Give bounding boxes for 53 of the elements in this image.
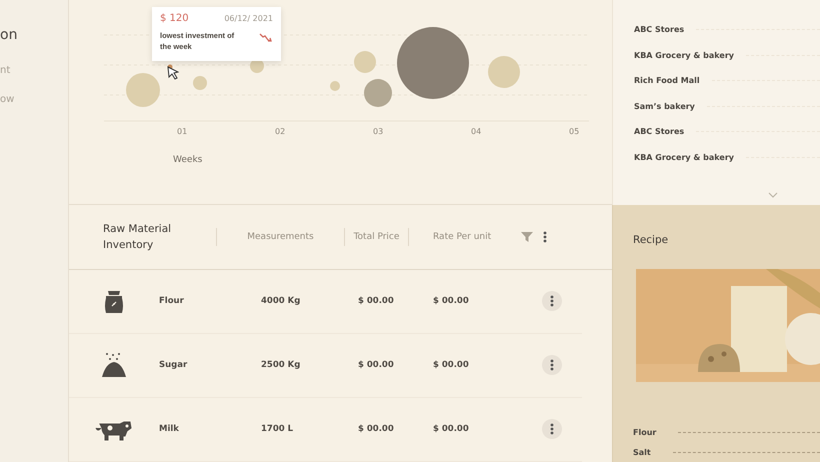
bubble: [364, 79, 392, 107]
item-name: Milk: [159, 424, 180, 434]
bubble: [397, 27, 469, 99]
bubble: [126, 73, 160, 107]
axis-tick-label: 04: [471, 127, 482, 136]
ingredient-name: Flour: [633, 428, 656, 436]
axis-label: Weeks: [173, 155, 202, 165]
store-name[interactable]: Rich Food Mall: [634, 76, 700, 86]
table-cell-text: $ 00.00: [433, 360, 470, 370]
more-icon: [550, 359, 554, 372]
table-cell-text: $ 00.00: [433, 296, 470, 306]
column-header: Total Price: [344, 228, 408, 246]
tooltip-amount: $ 120: [160, 13, 189, 24]
column-header: Measurements: [216, 228, 344, 246]
more-icon: [543, 230, 547, 243]
store-name[interactable]: KBA Grocery & bakery: [634, 152, 734, 162]
bubble: [193, 76, 207, 90]
more-icon: [550, 295, 554, 308]
bubble: [488, 56, 520, 88]
sidebar-title: on: [0, 27, 18, 43]
bubble: [354, 51, 376, 73]
table-cell-text: 4000 Kg: [261, 296, 302, 306]
more-icon: [550, 423, 554, 436]
item-name: Sugar: [159, 360, 188, 370]
more-button[interactable]: [542, 355, 562, 376]
table-cell-text: 1700 L: [261, 424, 294, 434]
table-cell-text: $ 00.00: [433, 424, 470, 434]
table-cell-text: $ 00.00: [358, 424, 395, 434]
flour-sack-icon: [104, 288, 124, 314]
store-name[interactable]: Sam’s bakery: [634, 102, 695, 111]
more-button[interactable]: [542, 419, 562, 440]
cursor-icon: [167, 66, 179, 80]
table-cell-text: $ 00.00: [358, 360, 395, 370]
sugar-pile-icon: [101, 352, 127, 378]
axis-tick-label: 05: [569, 127, 580, 136]
more-button[interactable]: [542, 291, 562, 312]
axis-tick-label: 01: [177, 127, 188, 136]
table-cell-text: $ 00.00: [358, 296, 395, 306]
tooltip-date: 06/12/ 2021: [224, 14, 273, 23]
column-header: Rate Per unit: [408, 228, 521, 246]
axis-tick-label: 03: [373, 127, 384, 136]
store-name[interactable]: KBA Grocery & bakery: [634, 50, 734, 60]
axis-tick-label: 02: [275, 127, 286, 136]
bubble: [250, 59, 264, 73]
store-name[interactable]: ABC Stores: [634, 25, 684, 34]
item-name: Flour: [159, 296, 185, 306]
table-title: Raw Material Inventory: [103, 222, 172, 253]
trend-down-icon: [259, 33, 273, 43]
bubble: [330, 81, 340, 91]
store-name[interactable]: ABC Stores: [634, 127, 684, 136]
section-title: Recipe: [633, 234, 670, 246]
ingredient-name: Salt: [633, 448, 651, 456]
table-cell-text: 2500 Kg: [261, 360, 302, 370]
